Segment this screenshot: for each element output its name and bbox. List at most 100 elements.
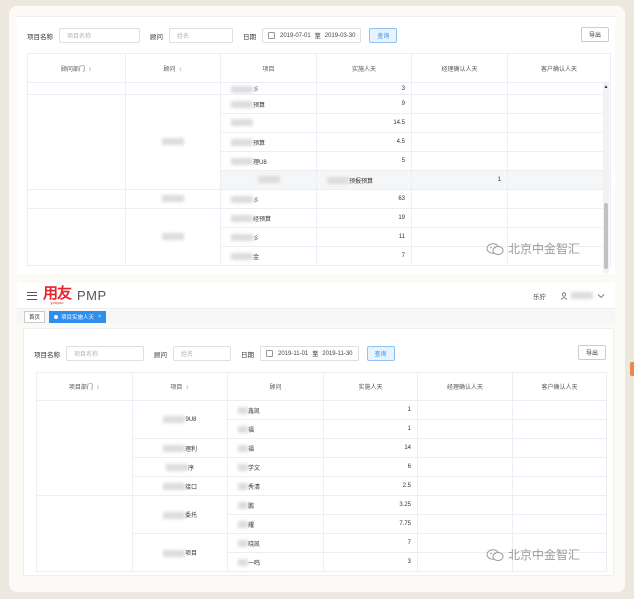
days-cell: 1 (411, 170, 508, 190)
project-cell: 预算 (253, 102, 266, 109)
watermark: 北京中金智汇 (486, 240, 580, 257)
column-header-project[interactable]: 项目 ⇕ (132, 372, 228, 401)
project-cell: 彡 (253, 87, 260, 93)
table-row[interactable]: 预算 9 (27, 94, 611, 190)
chevron-down-icon[interactable] (597, 293, 605, 299)
date-separator: 至 (314, 34, 321, 40)
consultant-cell: 耀 (248, 522, 255, 529)
scroll-up-icon[interactable]: ▲ (603, 84, 609, 90)
date-label: 日期 (243, 33, 256, 41)
column-header-customer-days: 客户确认人天 (512, 372, 607, 401)
close-icon[interactable]: × (98, 314, 101, 320)
column-header-dept[interactable]: 项目部门 ⇕ (36, 372, 133, 401)
table-row[interactable]: 委托 鹏 3.25 (36, 495, 607, 572)
days-cell: 7 (316, 246, 412, 266)
tab-project-days[interactable]: 项目实施人天 × (49, 311, 107, 323)
table-row[interactable]: 经预算 19 (27, 208, 611, 266)
report-table: 项目部门 ⇕ 项目 ⇕ 顾问 实施人天 经理确认人天 客户确认人天 9U8 鑫凯 1… (36, 372, 607, 572)
project-cell: 项目 (184, 551, 197, 557)
days-cell: 4.5 (316, 132, 412, 152)
table-scrollbar[interactable]: ▲ (603, 83, 609, 273)
tab-strip: 首页 项目实施人天 × (17, 310, 615, 324)
days-cell: 9 (316, 94, 412, 114)
days-cell: 1 (323, 400, 418, 420)
export-button[interactable]: 导出 (581, 27, 610, 42)
report-panel-top: 项目名称 项目名称 顾问 姓名 日期 2019-07-01 至 2019-03-… (17, 16, 615, 274)
days-cell: 5 (316, 151, 412, 171)
date-separator: 至 (312, 352, 319, 358)
project-name-label: 项目名称 (34, 351, 60, 359)
table-row[interactable]: 彡 63 (27, 189, 611, 209)
project-cell: 预报预算 (349, 178, 374, 185)
project-name-input[interactable]: 项目名称 (66, 346, 144, 361)
days-cell: 11 (316, 227, 412, 247)
project-cell: 经预算 (253, 216, 272, 223)
column-header-consultant: 顾问 (227, 372, 324, 401)
calendar-icon (268, 32, 275, 39)
column-header-project: 项目 (220, 53, 317, 83)
report-panel-bottom: 项目名称 项目名称 顾问 姓名 日期 2019-11-01 至 2019-11-… (23, 328, 614, 576)
table-header-row: 顾问部门 ⇕ 顾问 ⇕ 项目 实施人天 经理确认人天 客户确认人天 (27, 53, 611, 83)
account-menu[interactable] (560, 291, 605, 300)
date-start: 2019-07-01 (280, 32, 311, 39)
sort-icon[interactable]: ⇕ (178, 67, 182, 73)
column-header-consultant[interactable]: 顾问 ⇕ (125, 53, 221, 83)
scrollbar-thumb[interactable] (604, 203, 608, 269)
user-icon (560, 291, 568, 300)
column-header-manager-days: 经理确认人天 (417, 372, 513, 401)
consultant-cell: 福 (248, 427, 255, 434)
report-table: 顾问部门 ⇕ 顾问 ⇕ 项目 实施人天 经理确认人天 客户确认人天 彡 3 预算 9 (27, 53, 611, 266)
consultant-label: 顾问 (150, 33, 163, 41)
sort-icon[interactable]: ⇕ (88, 67, 92, 73)
sort-icon[interactable]: ⇕ (185, 385, 189, 391)
project-cell: 理利 (184, 446, 197, 453)
query-button[interactable]: 查询 (369, 28, 398, 43)
table-row[interactable]: 9U8 鑫凯 1 (36, 400, 607, 496)
column-header-days: 实施人天 (316, 53, 412, 83)
project-cell: 理U8 (253, 159, 267, 166)
filter-bar: 项目名称 项目名称 顾问 姓名 日期 2019-11-01 至 2019-11-… (34, 345, 395, 362)
date-label: 日期 (241, 351, 254, 359)
wechat-icon (486, 548, 504, 561)
menu-icon[interactable] (27, 291, 37, 300)
table-header-row: 项目部门 ⇕ 项目 ⇕ 顾问 实施人天 经理确认人天 客户确认人天 (36, 372, 607, 401)
consultant-input[interactable]: 姓名 (169, 28, 233, 43)
days-cell: 7.75 (323, 514, 418, 534)
date-end: 2019-11-30 (322, 350, 353, 357)
column-header-dept[interactable]: 顾问部门 ⇕ (27, 53, 126, 83)
consultant-cell (125, 94, 221, 190)
yonyou-logo: 用友 yonyou (43, 285, 72, 305)
project-cell: 序 (187, 465, 194, 472)
table-row[interactable]: 彡 3 (27, 82, 611, 95)
wechat-icon (486, 242, 504, 255)
project-cell: 委托 (184, 513, 197, 519)
project-cell: 彡 (253, 197, 260, 204)
side-handle[interactable] (630, 362, 634, 376)
consultant-cell: 学文 (248, 465, 261, 472)
export-button[interactable]: 导出 (578, 345, 607, 360)
project-cell: 金 (253, 254, 260, 261)
project-name-label: 项目名称 (27, 33, 53, 41)
days-cell: 19 (316, 208, 412, 228)
consultant-cell: 一鸣 (248, 560, 261, 567)
user-name[interactable]: 乐狞 (533, 291, 546, 301)
tab-home[interactable]: 首页 (24, 311, 46, 323)
project-name-input[interactable]: 项目名称 (59, 28, 140, 43)
project-cell: 预算 (253, 140, 266, 147)
consultant-cell: 福 (248, 446, 255, 453)
active-dot-icon (54, 315, 59, 319)
sort-icon[interactable]: ⇕ (96, 385, 100, 391)
app-header: 用友 yonyou PMP 乐狞 (17, 283, 615, 309)
query-button[interactable]: 查询 (366, 346, 395, 361)
date-range-picker[interactable]: 2019-11-01 至 2019-11-30 (260, 346, 359, 361)
days-cell: 3.25 (323, 495, 418, 515)
consultant-cell: 鹏 (248, 503, 255, 510)
project-cell: 接口 (184, 484, 197, 491)
consultant-input[interactable]: 姓名 (173, 346, 231, 361)
column-header-manager-days: 经理确认人天 (411, 53, 508, 83)
days-cell: 14 (323, 438, 418, 458)
filter-bar: 项目名称 项目名称 顾问 姓名 日期 2019-07-01 至 2019-03-… (27, 27, 398, 44)
date-end: 2019-03-30 (324, 32, 356, 39)
date-range-picker[interactable]: 2019-07-01 至 2019-03-30 (262, 28, 362, 43)
project-cell: 9U8 (185, 417, 197, 424)
